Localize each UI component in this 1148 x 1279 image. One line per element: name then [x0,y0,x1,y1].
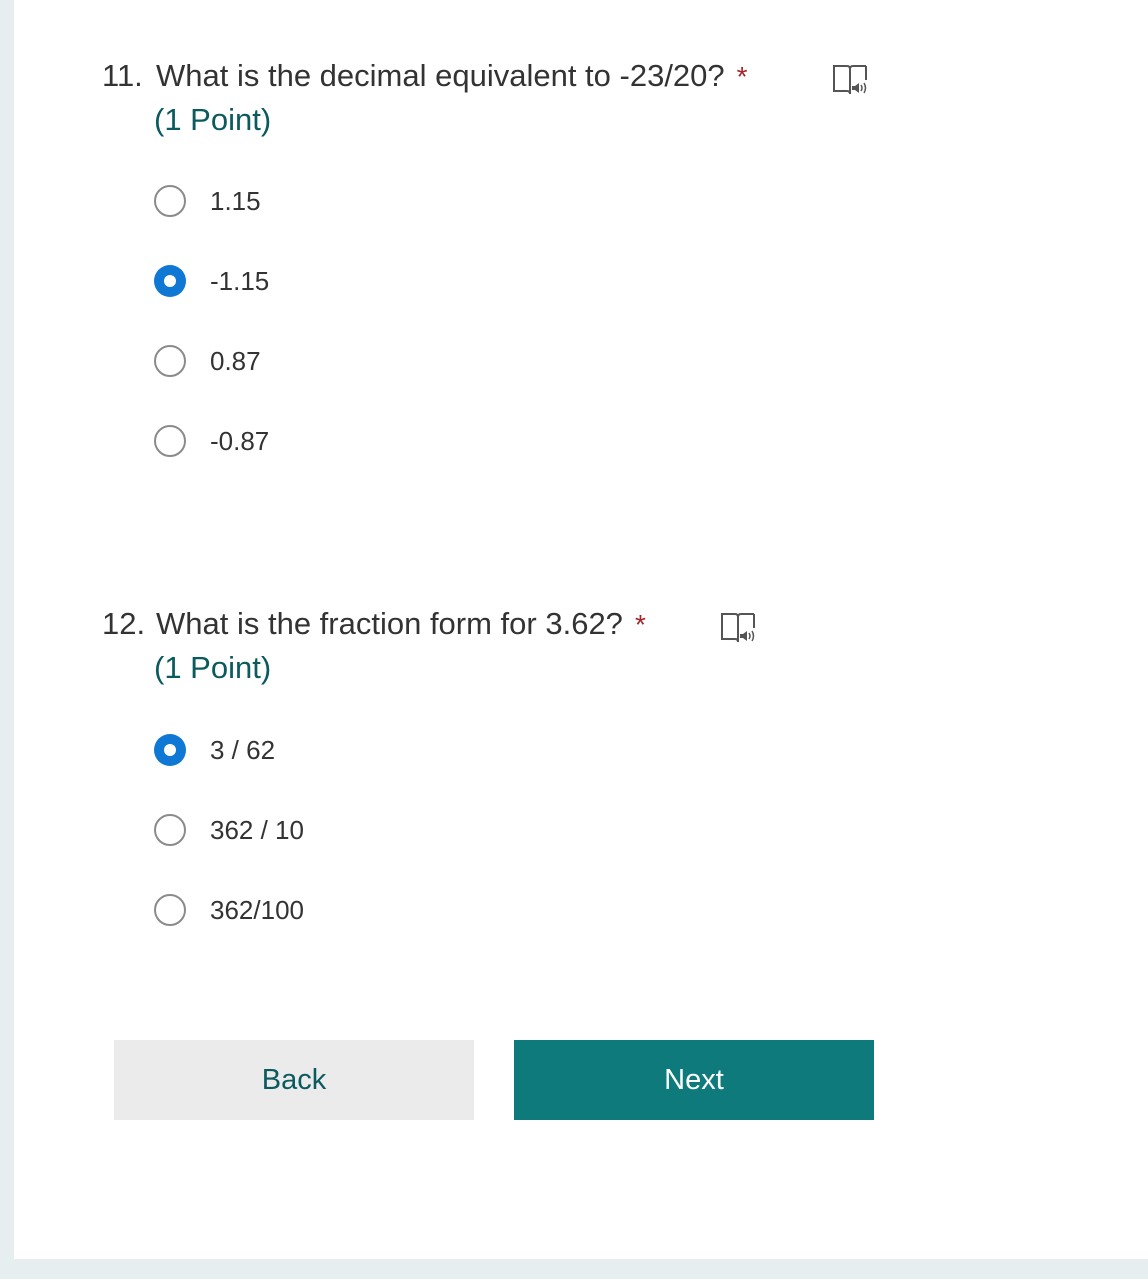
radio-button[interactable] [154,425,186,457]
radio-button[interactable] [154,814,186,846]
option-362-100[interactable]: 362/100 [154,892,304,928]
option-362-10[interactable]: 362 / 10 [154,812,304,848]
option-0-87[interactable]: 0.87 [154,343,261,379]
question-text: What is the fraction form for 3.62? [156,606,623,641]
question-points: (1 Point) [154,102,272,137]
required-asterisk: * [736,61,748,92]
option-neg-0-87[interactable]: -0.87 [154,423,269,459]
question-title: 11. What is the decimal equivalent to -2… [102,58,748,94]
radio-button-selected[interactable] [154,734,186,766]
radio-button[interactable] [154,345,186,377]
next-button[interactable]: Next [514,1040,874,1120]
option-1-15[interactable]: 1.15 [154,183,261,219]
option-label: 3 / 62 [210,734,276,765]
immersive-reader-icon[interactable] [832,64,868,96]
radio-button[interactable] [154,185,186,217]
radio-button[interactable] [154,894,186,926]
required-asterisk: * [634,609,646,640]
back-button[interactable]: Back [114,1040,474,1120]
option-neg-1-15[interactable]: -1.15 [154,263,269,299]
immersive-reader-icon[interactable] [720,612,756,644]
option-label: -0.87 [210,425,270,456]
option-label: 0.87 [210,345,261,376]
question-points: (1 Point) [154,650,272,685]
option-label: 362/100 [210,894,304,925]
option-label: -1.15 [210,265,270,296]
question-title: 12. What is the fraction form for 3.62? … [102,606,646,642]
option-3-62[interactable]: 3 / 62 [154,732,275,768]
option-label: 1.15 [210,185,261,216]
radio-button-selected[interactable] [154,265,186,297]
option-label: 362 / 10 [210,814,304,845]
question-number: 11. [102,58,143,93]
question-number: 12. [102,606,146,641]
question-text: What is the decimal equivalent to -23/20… [156,58,725,93]
form-card: 11. What is the decimal equivalent to -2… [14,0,1148,1259]
